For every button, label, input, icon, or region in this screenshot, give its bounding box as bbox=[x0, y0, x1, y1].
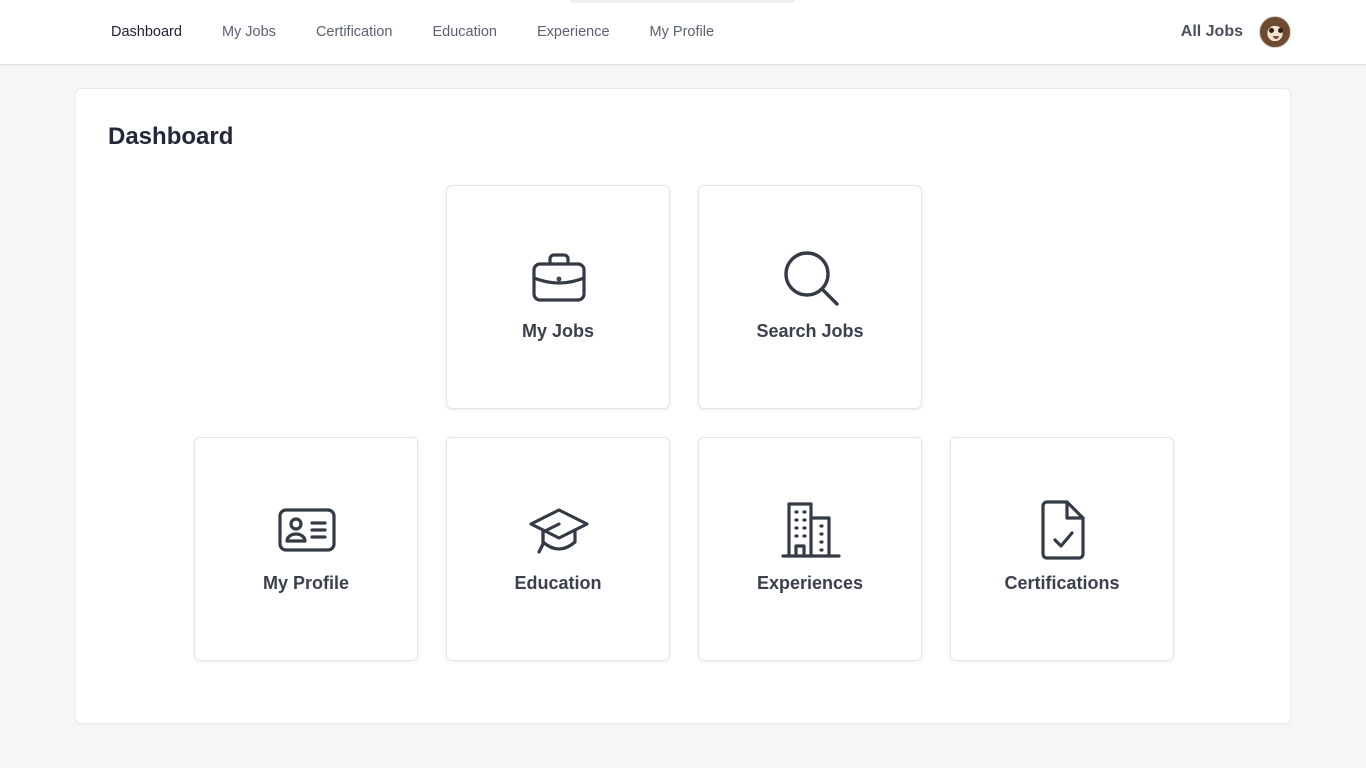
tile-label: Search Jobs bbox=[756, 321, 864, 341]
page-title: Dashboard bbox=[108, 123, 234, 150]
tile-search-jobs[interactable]: Search Jobs bbox=[698, 185, 922, 409]
building-icon bbox=[781, 500, 841, 560]
tile-label: Experiences bbox=[756, 573, 864, 593]
tile-my-profile[interactable]: My Profile bbox=[194, 437, 418, 661]
tile-label: Certifications bbox=[1004, 573, 1120, 593]
tile-label: My Jobs bbox=[521, 321, 595, 341]
tile-education[interactable]: Education bbox=[446, 437, 670, 661]
tile-experiences[interactable]: Experiences bbox=[698, 437, 922, 661]
tile-label: My Profile bbox=[262, 573, 350, 593]
nav-my-profile[interactable]: My Profile bbox=[650, 24, 714, 40]
id-card-icon bbox=[277, 500, 337, 560]
top-navbar: Dashboard My Jobs Certification Educatio… bbox=[0, 0, 1366, 65]
all-jobs-link[interactable]: All Jobs bbox=[1181, 23, 1243, 41]
certificate-file-icon bbox=[1033, 500, 1093, 560]
nav-my-jobs[interactable]: My Jobs bbox=[222, 24, 276, 40]
nav-certification[interactable]: Certification bbox=[316, 24, 393, 40]
nav-experience[interactable]: Experience bbox=[537, 24, 610, 40]
graduation-cap-icon bbox=[529, 500, 589, 560]
nav-dashboard[interactable]: Dashboard bbox=[111, 24, 182, 40]
tile-my-jobs[interactable]: My Jobs bbox=[446, 185, 670, 409]
user-avatar[interactable] bbox=[1259, 16, 1291, 48]
main-nav: Dashboard My Jobs Certification Educatio… bbox=[111, 0, 754, 64]
tile-certifications[interactable]: Certifications bbox=[950, 437, 1174, 661]
dashboard-card: Dashboard My Jobs Search Jobs My Profile… bbox=[75, 88, 1291, 724]
nav-right: All Jobs bbox=[1181, 0, 1291, 64]
tile-label: Education bbox=[514, 573, 602, 593]
nav-education[interactable]: Education bbox=[433, 24, 498, 40]
briefcase-icon bbox=[529, 248, 589, 308]
search-icon bbox=[781, 248, 841, 308]
